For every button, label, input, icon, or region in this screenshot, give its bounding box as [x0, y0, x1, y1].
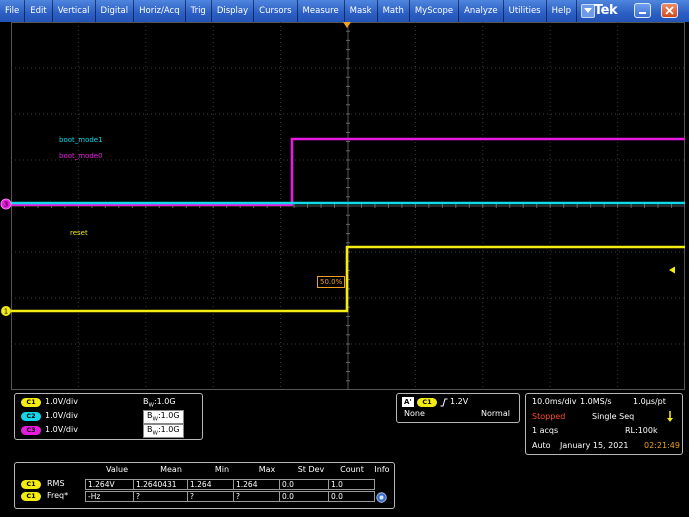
channel-settings-panel: C1 1.0V/div BW:1.0G C2 1.0V/div BW:1.0G C3 1.0V… [14, 393, 203, 440]
measurement-row[interactable]: C1 RMS 1.264V 1.2640431 1.264 1.264 0.0 1.0 [15, 479, 395, 491]
measurement-header-info: Info [374, 465, 390, 474]
measurement-header-count: Count [340, 465, 364, 474]
menu-analyze[interactable]: Analyze [459, 0, 504, 22]
measurement-cell: 0.0 [328, 491, 372, 502]
ch2-waveform-label: boot_mode1 [59, 136, 103, 144]
minimize-button[interactable] [634, 3, 651, 18]
measurement-header-value: Value [106, 465, 128, 474]
channel-scale: 1.0V/div [45, 425, 78, 434]
sample-rate: 1.0MS/s [580, 397, 612, 406]
channel-scale: 1.0V/div [45, 397, 78, 406]
channel-bandwidth: BW:1.0G [143, 397, 176, 409]
acquisition-count: 1 acqs [532, 426, 559, 435]
ch1-ground-marker[interactable]: 1 [0, 305, 12, 317]
trigger-position-icon[interactable] [343, 22, 351, 29]
ch3-marker-label: 3 [4, 201, 8, 209]
rising-edge-icon [440, 398, 448, 407]
menu-utilities[interactable]: Utilities [504, 0, 547, 22]
measurement-name: RMS [47, 479, 65, 488]
menu-file[interactable]: File [0, 0, 26, 22]
menu-display[interactable]: Display [212, 0, 255, 22]
channel-bandwidth: BW:1.0G [143, 424, 184, 438]
menu-edit[interactable]: Edit [25, 0, 53, 22]
channel-badge: C2 [21, 412, 41, 421]
bandwidth-value: :1.0G [153, 397, 176, 406]
channel-bandwidth: BW:1.0G [143, 410, 184, 424]
bandwidth-value: :1.0G [157, 411, 180, 420]
menu-help[interactable]: Help [547, 0, 577, 22]
ch3-waveform-label: boot_mode0 [59, 152, 103, 160]
measurement-header-max: Max [258, 465, 276, 474]
acquisition-panel[interactable]: 10.0ms/div 1.0MS/s 1.0µs/pt Stopped Sing… [525, 393, 683, 455]
trigger-level: 1.2V [450, 397, 469, 406]
trigger-a-badge: A' [402, 397, 414, 407]
close-icon [665, 6, 674, 15]
measurement-cell: -Hz [85, 491, 133, 502]
chevron-down-icon [584, 8, 592, 13]
trigger-coupling: None [404, 409, 425, 418]
bandwidth-value: :1.0G [157, 425, 180, 434]
measurement-row[interactable]: C1 Freq* -Hz??? 0.0 0.0 [15, 491, 395, 503]
tek-logo: Tek [594, 3, 618, 18]
menu-math[interactable]: Math [378, 0, 410, 22]
measurement-header-st-dev: St Dev [297, 465, 325, 474]
menu-measure[interactable]: Measure [298, 0, 345, 22]
timebase: 10.0ms/div [532, 397, 577, 406]
menu-mask[interactable]: Mask [345, 0, 378, 22]
ch1-marker-label: 1 [4, 308, 8, 316]
menu-horiz-acq[interactable]: Horiz/Acq [134, 0, 186, 22]
measurement-header-mean: Mean [160, 465, 182, 474]
channel-scale: 1.0V/div [45, 411, 78, 420]
measurement-cell: 1.0 [328, 479, 372, 490]
measurement-panel[interactable]: Value Mean Min Max St Dev Count Info C1 RMS 1.26… [14, 462, 395, 509]
channel-row-3[interactable]: C3 1.0V/div BW:1.0G [15, 424, 201, 438]
menu-dropdown-button[interactable] [581, 4, 595, 18]
ch1-waveform-label: reset [70, 229, 88, 237]
trigger-percent-label: 50.0% [317, 276, 346, 288]
ch1-waveform [11, 245, 685, 313]
date: January 15, 2021 [560, 441, 629, 450]
measurement-cell: 0.0 [279, 479, 328, 490]
measurement-cell: 0.0 [279, 491, 328, 502]
measurement-header-min: Min [214, 465, 230, 474]
measurement-cell: 1.264 [187, 479, 233, 490]
measurement-cell: ? [133, 491, 187, 502]
acquisition-status: Stopped [532, 412, 566, 421]
channel-badge: C3 [21, 426, 41, 435]
minimize-icon [639, 12, 646, 14]
measurement-cell: 1.264 [233, 479, 279, 490]
info-icon[interactable] [376, 492, 387, 503]
trigger-mode: Normal [481, 409, 510, 418]
channel-badge: C1 [21, 398, 41, 407]
measurement-source-badge: C1 [21, 492, 41, 501]
measurement-cell: 1.264V [85, 479, 133, 490]
menu-bar: File Edit Vertical Digital Horiz/Acq Trig Disp… [0, 0, 689, 22]
channel-row-2[interactable]: C2 1.0V/div BW:1.0G [15, 410, 201, 424]
measurement-name: Freq* [47, 491, 69, 500]
menu-trig[interactable]: Trig [186, 0, 212, 22]
measurement-cell: ? [233, 491, 279, 502]
time-resolution: 1.0µs/pt [633, 397, 666, 406]
measurement-cell: ? [187, 491, 233, 502]
measurement-source-badge: C1 [21, 480, 41, 489]
measurement-cell: 1.2640431 [133, 479, 187, 490]
menu-digital[interactable]: Digital [96, 0, 135, 22]
record-length: RL:100k [625, 426, 658, 435]
acquisition-sequence: Single Seq [592, 412, 635, 421]
menu-myscope[interactable]: MyScope [410, 0, 460, 22]
close-button[interactable] [661, 3, 678, 18]
trigger-arrow-icon [667, 411, 673, 422]
trigger-level-arrow-icon[interactable] [669, 266, 677, 274]
channel-row-1[interactable]: C1 1.0V/div BW:1.0G [15, 397, 201, 409]
menu-cursors[interactable]: Cursors [254, 0, 298, 22]
trigger-panel[interactable]: A' C1 1.2V None Normal [396, 393, 520, 423]
trigger-auto-mode: Auto [532, 441, 551, 450]
waveform-display[interactable] [11, 22, 685, 390]
ch3-ground-marker[interactable]: 3 [0, 198, 12, 210]
time: 02:21:49 [644, 441, 680, 450]
menu-vertical[interactable]: Vertical [53, 0, 96, 22]
trigger-source-badge: C1 [417, 398, 437, 407]
